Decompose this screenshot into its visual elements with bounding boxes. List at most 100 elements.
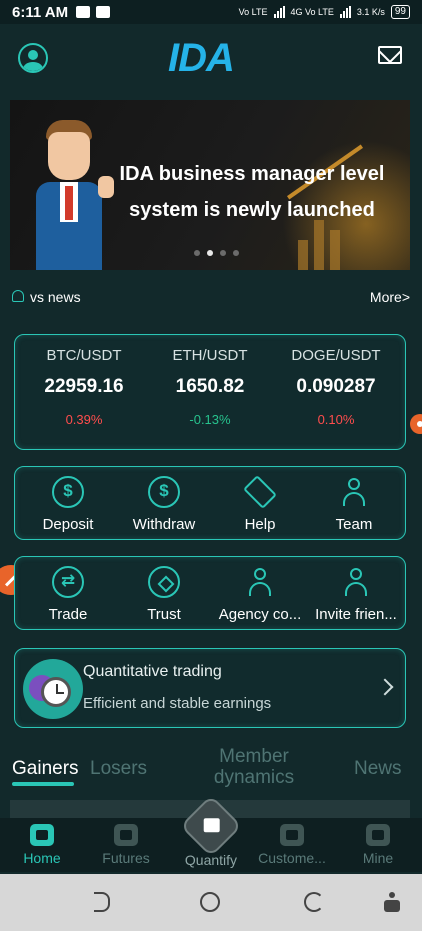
trade-button[interactable]: ⇄ Trade (19, 557, 117, 623)
exchange-icon: ⇄ (52, 566, 84, 598)
nav-customer[interactable]: Custome... (250, 824, 334, 866)
quant-subtitle: Efficient and stable earnings (83, 695, 272, 712)
ticker-change: 0.39% (65, 412, 103, 427)
status-bar: 6:11 AM Vo LTE 4G Vo LTE 3.1 K/s 99 (0, 0, 422, 24)
tab-losers[interactable]: Losers (90, 758, 147, 780)
battery-icon: 99 (390, 5, 410, 19)
ticker-change: -0.13% (189, 412, 231, 427)
accessibility-icon[interactable] (384, 892, 400, 912)
ticker-doge[interactable]: DOGE/USDT 0.090287 0.10% (271, 335, 401, 427)
news-more-link[interactable]: More> (370, 289, 410, 305)
status-time: 6:11 AM (12, 3, 69, 21)
market-tabs: Gainers Losers Member dynamics News (0, 746, 422, 796)
signal-icon (273, 6, 285, 18)
quant-trading-card[interactable]: Quantitative trading Efficient and stabl… (14, 648, 406, 728)
tab-news[interactable]: News (354, 758, 402, 780)
team-button[interactable]: Team (305, 467, 403, 533)
app-logo: IDA (168, 36, 235, 80)
mail-icon[interactable] (378, 46, 402, 64)
news-label: vs news (30, 289, 81, 305)
signal-icon-2 (339, 6, 351, 18)
nav-label: Home (23, 850, 61, 866)
action-label: Withdraw (132, 516, 196, 533)
action-label: Help (244, 516, 276, 533)
dollar-plus-icon: $ (52, 476, 84, 508)
ticker-pair: ETH/USDT (172, 347, 248, 364)
banner-dot[interactable] (194, 250, 200, 256)
team-icon (338, 476, 370, 508)
nav-label: Mine (362, 850, 394, 866)
futures-icon (114, 824, 138, 846)
ticker-price: 0.090287 (296, 376, 376, 397)
nav-label: Custome... (258, 850, 326, 866)
banner-dot[interactable] (220, 250, 226, 256)
action-label: Team (335, 516, 373, 533)
status-right: Vo LTE 4G Vo LTE 3.1 K/s 99 (239, 5, 410, 19)
invite-friends-button[interactable]: Invite frien... (307, 557, 405, 623)
nav-home[interactable]: Home (0, 824, 84, 866)
actions-panel-2: ⇄ Trade Trust Agency co... Invite frien.… (14, 556, 406, 630)
bottom-nav: Home Futures Quantify Custome... Mine (0, 794, 422, 872)
banner-text: IDA business manager level system is new… (119, 163, 385, 221)
network-label-1: Vo LTE (238, 7, 268, 17)
system-nav-bar (0, 874, 422, 931)
net-speed: 3.1 K/s (356, 7, 385, 17)
banner-dot[interactable] (233, 250, 239, 256)
profile-icon (366, 824, 390, 846)
help-button[interactable]: Help (211, 467, 309, 533)
floating-action-button[interactable] (410, 414, 422, 434)
agency-icon (244, 566, 276, 598)
recent-apps-icon[interactable] (304, 892, 324, 912)
notification-icon (96, 6, 111, 18)
nav-label: Futures (102, 850, 150, 866)
nav-futures[interactable]: Futures (84, 824, 168, 866)
ticker-eth[interactable]: ETH/USDT 1650.82 -0.13% (145, 335, 275, 427)
bell-icon (10, 289, 26, 305)
action-label: Invite frien... (315, 606, 397, 623)
deposit-button[interactable]: $ Deposit (19, 467, 117, 533)
top-bar: IDA (0, 30, 422, 86)
banner-dot-active[interactable] (207, 250, 213, 256)
camera-icon (76, 6, 91, 18)
home-circle-icon[interactable] (200, 892, 220, 912)
handshake-icon (243, 475, 277, 509)
agency-button[interactable]: Agency co... (211, 557, 309, 623)
withdraw-button[interactable]: $ Withdraw (115, 467, 213, 533)
action-label: Deposit (42, 516, 94, 533)
back-icon[interactable] (94, 892, 110, 912)
ticker-panel: BTC/USDT 22959.16 0.39% ETH/USDT 1650.82… (14, 334, 406, 450)
news-row[interactable]: vs news More> (10, 284, 410, 310)
network-label-2: 4G Vo LTE (290, 7, 334, 17)
avatar-head (28, 50, 38, 60)
customer-service-icon (280, 824, 304, 846)
diamond-icon (148, 566, 180, 598)
home-icon (30, 824, 54, 846)
ticker-pair: BTC/USDT (46, 347, 122, 364)
dollar-minus-icon: $ (148, 476, 180, 508)
invite-user-icon (340, 566, 372, 598)
ticker-change: 0.10% (317, 412, 355, 427)
ticker-price: 1650.82 (175, 376, 245, 397)
chevron-right-icon (376, 678, 394, 696)
tab-member-dynamics[interactable]: Member dynamics (204, 746, 304, 788)
ticker-btc[interactable]: BTC/USDT 22959.16 0.39% (19, 335, 149, 427)
nav-label: Quantify (184, 852, 238, 868)
promo-banner[interactable]: IDA business manager level system is new… (10, 100, 410, 270)
avatar-body (23, 62, 43, 71)
ticker-pair: DOGE/USDT (291, 347, 381, 364)
banner-pagination (194, 250, 239, 256)
tab-active-indicator (12, 782, 74, 786)
ticker-price: 22959.16 (44, 376, 124, 397)
quantify-icon (179, 794, 243, 858)
action-label: Trade (48, 606, 88, 623)
nav-quantify[interactable]: Quantify (176, 794, 246, 868)
action-label: Trust (147, 606, 181, 623)
nav-mine[interactable]: Mine (336, 824, 420, 866)
actions-panel-1: $ Deposit $ Withdraw Help Team (14, 466, 406, 540)
trust-button[interactable]: Trust (115, 557, 213, 623)
quant-clock-icon (23, 659, 83, 719)
action-label: Agency co... (218, 606, 302, 623)
avatar[interactable] (18, 43, 48, 73)
businessman-illustration (32, 120, 114, 270)
tab-gainers[interactable]: Gainers (12, 758, 79, 780)
